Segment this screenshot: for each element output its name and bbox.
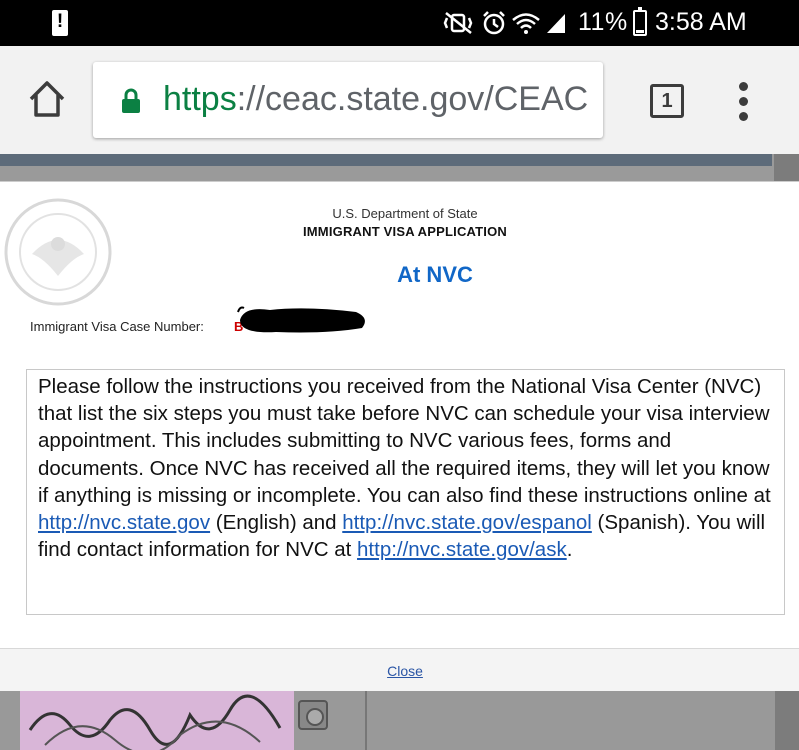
dialog-footer: Close (0, 648, 799, 691)
message-text: Please follow the instructions you recei… (38, 375, 771, 507)
url-path: ://ceac.state.gov/CEAC (236, 80, 589, 118)
battery-icon (633, 7, 647, 36)
case-number-label: Immigrant Visa Case Number: (30, 319, 204, 334)
screen: 11% 3:58 AM https://ceac.state.gov/CEAC … (0, 0, 799, 750)
close-button[interactable]: Close (0, 663, 799, 679)
captcha-image (20, 690, 294, 750)
home-button[interactable] (26, 78, 68, 120)
message-text: (English) and (210, 511, 343, 535)
camera-icon[interactable] (298, 700, 328, 730)
alarm-icon (483, 11, 505, 35)
vibrate-mute-icon (443, 12, 473, 34)
page-divider (365, 690, 367, 750)
status-icons (443, 10, 567, 36)
url-bar[interactable]: https://ceac.state.gov/CEAC (93, 62, 603, 138)
captcha-scribble (28, 694, 282, 750)
tab-switcher-button[interactable]: 1 (650, 84, 684, 118)
department-name: U.S. Department of State (332, 206, 478, 221)
battery-percentage: 11% (578, 8, 628, 36)
wifi-icon (512, 13, 540, 34)
status-heading: At NVC (397, 262, 473, 287)
clock: 3:58 AM (655, 8, 747, 36)
browser-toolbar: https://ceac.state.gov/CEAC 1 (0, 46, 799, 154)
home-icon (29, 81, 65, 117)
redaction-mark (237, 306, 365, 333)
application-title: IMMIGRANT VISA APPLICATION (302, 224, 508, 239)
page-header-strip (0, 154, 772, 166)
signal-icon (547, 14, 565, 33)
nvc-spanish-link[interactable]: http://nvc.state.gov/espanol (342, 511, 592, 534)
nvc-english-link[interactable]: http://nvc.state.gov (38, 511, 210, 534)
url-text: https://ceac.state.gov/CEAC (163, 80, 588, 119)
message-text: . (566, 538, 573, 562)
status-dialog: U.S. Department of State IMMIGRANT VISA … (0, 181, 799, 691)
nvc-contact-link[interactable]: http://nvc.state.gov/ask (357, 538, 567, 561)
alert-icon (52, 10, 68, 36)
status-bar: 11% 3:58 AM (0, 0, 799, 46)
department-seal-icon (4, 198, 112, 306)
url-scheme: https (163, 80, 237, 118)
instructions-message: Please follow the instructions you recei… (26, 369, 785, 615)
lock-icon (122, 88, 140, 113)
more-menu-icon[interactable] (734, 82, 754, 122)
